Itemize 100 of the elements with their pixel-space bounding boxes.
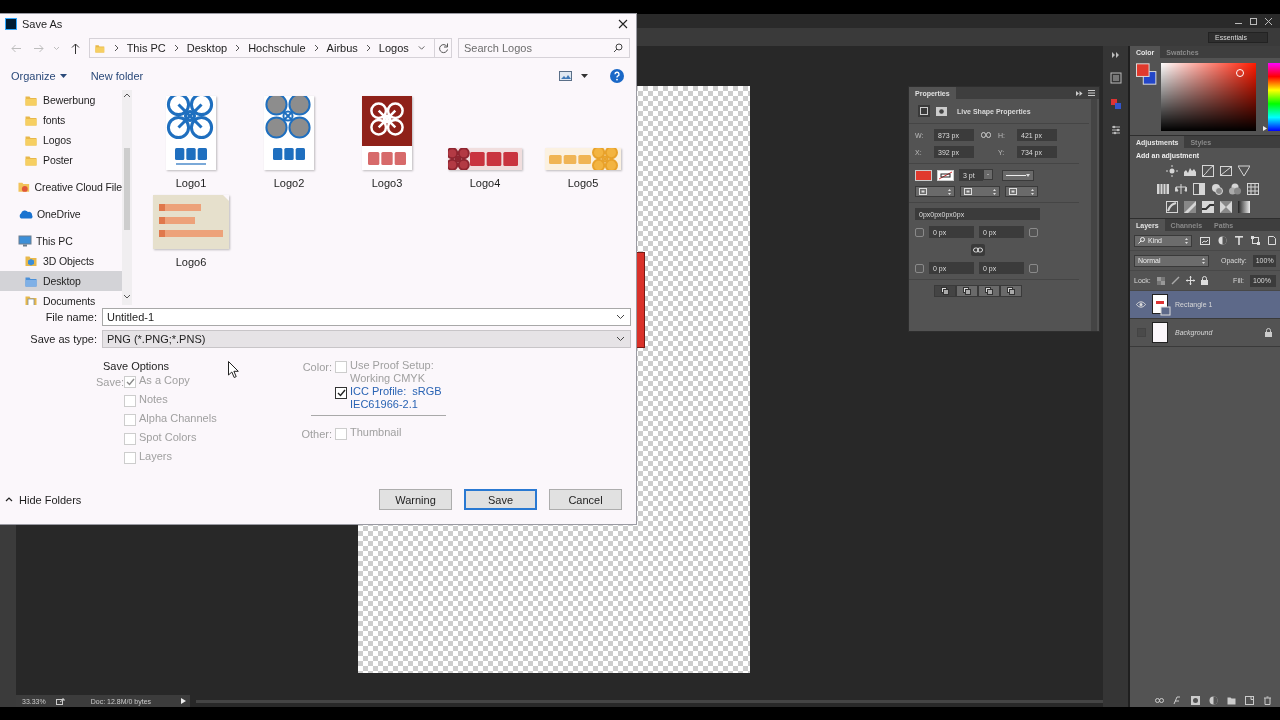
dropdown-icon[interactable] [616, 336, 625, 342]
view-icon[interactable] [559, 71, 572, 81]
mask-icon[interactable] [1191, 695, 1200, 705]
nav-item[interactable]: Logos [0, 130, 122, 150]
nav-item[interactable]: Desktop [0, 271, 122, 291]
adjustment-icon[interactable] [1193, 183, 1205, 195]
dropdown[interactable] [960, 186, 1000, 197]
adjustment-icon[interactable] [1211, 183, 1223, 195]
nav-item[interactable]: fonts [0, 110, 122, 130]
expand-arrow-icon[interactable] [181, 698, 186, 704]
collapse-icon[interactable] [1111, 52, 1120, 58]
menu-icon[interactable] [1088, 90, 1095, 96]
file-name[interactable]: Logo5 [567, 177, 599, 189]
scroll-up-icon[interactable] [123, 93, 131, 98]
help-icon[interactable] [610, 69, 624, 83]
organize-menu[interactable]: Organize [6, 68, 72, 84]
path-operation-button[interactable] [1000, 285, 1022, 297]
group-icon[interactable] [1227, 695, 1236, 705]
stroke-swatch[interactable] [937, 169, 954, 181]
adjustment-layer-icon[interactable] [1209, 695, 1218, 705]
nav-item[interactable]: Creative Cloud File [0, 177, 122, 197]
delete-icon[interactable] [1263, 695, 1272, 705]
scrollbar-thumb[interactable] [124, 148, 130, 230]
up-arrow-icon[interactable] [70, 42, 80, 54]
brush-icon[interactable] [1170, 276, 1180, 285]
file-name[interactable]: Logo4 [469, 177, 501, 189]
file-name[interactable]: Logo1 [175, 177, 207, 189]
close-icon[interactable] [618, 19, 628, 29]
file-name[interactable]: Logo6 [175, 256, 207, 268]
search-field[interactable]: Search Logos [458, 38, 630, 58]
properties-icon[interactable] [1109, 124, 1122, 136]
dialog-button[interactable]: Save [464, 489, 537, 510]
shape-filter-icon[interactable] [1251, 236, 1260, 245]
lock-pixels-icon[interactable] [1156, 276, 1165, 285]
path-operation-button[interactable] [978, 285, 1000, 297]
new-layer-icon[interactable] [1245, 695, 1254, 705]
smart-object-filter-icon[interactable] [1268, 236, 1276, 245]
breadcrumb-item[interactable]: Logos [378, 42, 409, 54]
link-icon[interactable] [970, 244, 985, 256]
nav-item[interactable]: Poster [0, 150, 122, 170]
scrollbar[interactable] [122, 90, 132, 305]
adjustment-icon[interactable] [1220, 165, 1232, 177]
palette-icon[interactable] [1109, 98, 1122, 110]
effects-icon[interactable] [1173, 695, 1182, 705]
adjustment-icon[interactable] [1238, 165, 1250, 177]
transform-icon[interactable] [918, 105, 930, 117]
line-style-dropdown[interactable] [1002, 169, 1034, 181]
caret-icon[interactable] [581, 74, 588, 78]
history-icon[interactable] [1109, 72, 1122, 84]
link-icon[interactable] [1155, 695, 1164, 705]
dropdown[interactable] [915, 186, 955, 197]
path-operation-button[interactable] [934, 285, 956, 297]
adjustment-icon[interactable] [1157, 183, 1169, 195]
scroll-down-icon[interactable] [123, 294, 131, 299]
lock-icon[interactable] [1200, 276, 1208, 285]
eye-icon[interactable] [1136, 301, 1146, 308]
link[interactable]: ICC Profile: sRGB IEC61966-2.1 [350, 385, 442, 411]
adjustment-icon[interactable] [1175, 183, 1187, 195]
close-icon[interactable] [1265, 17, 1272, 25]
nav-item[interactable]: Bewerbung [0, 90, 122, 110]
breadcrumb-item[interactable]: Hochschule [248, 42, 306, 54]
dropdown-icon[interactable] [616, 314, 625, 320]
file-name[interactable]: Logo3 [371, 177, 403, 189]
collapse-icon[interactable] [1076, 90, 1083, 96]
link-icon[interactable] [981, 132, 991, 138]
nav-item[interactable]: 3D Objects [0, 251, 122, 271]
adjustment-icon[interactable] [1166, 165, 1178, 177]
file-type-dropdown[interactable]: PNG (*.PNG;*.PNS) [102, 330, 631, 348]
scrollbar[interactable] [1091, 99, 1097, 331]
move-icon[interactable] [1185, 276, 1195, 285]
adjustment-icon[interactable] [1166, 201, 1178, 213]
breadcrumb-item[interactable]: This PC [126, 42, 166, 54]
file-name-field[interactable]: Untitled-1 [102, 308, 631, 326]
new-folder-button[interactable]: New folder [85, 68, 149, 84]
search-icon[interactable] [613, 43, 623, 53]
nav-item[interactable]: Documents [0, 291, 122, 305]
adjustment-icon[interactable] [1238, 201, 1250, 213]
fill-swatch[interactable] [915, 169, 932, 181]
nav-item[interactable]: OneDrive [0, 204, 122, 224]
adjustment-icon[interactable] [1229, 183, 1241, 195]
breadcrumb-item[interactable]: Desktop [186, 42, 228, 54]
checkbox[interactable] [335, 387, 347, 399]
type-filter-icon[interactable] [1235, 236, 1243, 245]
adjustment-icon[interactable] [1202, 201, 1214, 213]
hide-folders-button[interactable]: Hide Folders [5, 493, 82, 506]
nav-item[interactable]: This PC [0, 231, 122, 251]
export-icon[interactable] [55, 697, 65, 705]
lock-icon[interactable] [1265, 328, 1272, 337]
refresh-icon[interactable] [437, 42, 449, 54]
image-filter-icon[interactable] [1200, 236, 1210, 245]
path-operation-button[interactable] [956, 285, 978, 297]
adjustment-icon[interactable] [1247, 183, 1259, 195]
adjustment-filter-icon[interactable] [1218, 236, 1227, 245]
restore-icon[interactable] [1250, 17, 1257, 25]
adjustment-icon[interactable] [1202, 165, 1214, 177]
mask-icon[interactable] [936, 106, 947, 116]
dropdown[interactable] [1005, 186, 1038, 197]
file-name[interactable]: Logo2 [273, 177, 305, 189]
address-bar[interactable]: This PC Desktop Hochschule Airbus Logos [89, 38, 452, 58]
dialog-button[interactable]: Cancel [549, 489, 622, 510]
